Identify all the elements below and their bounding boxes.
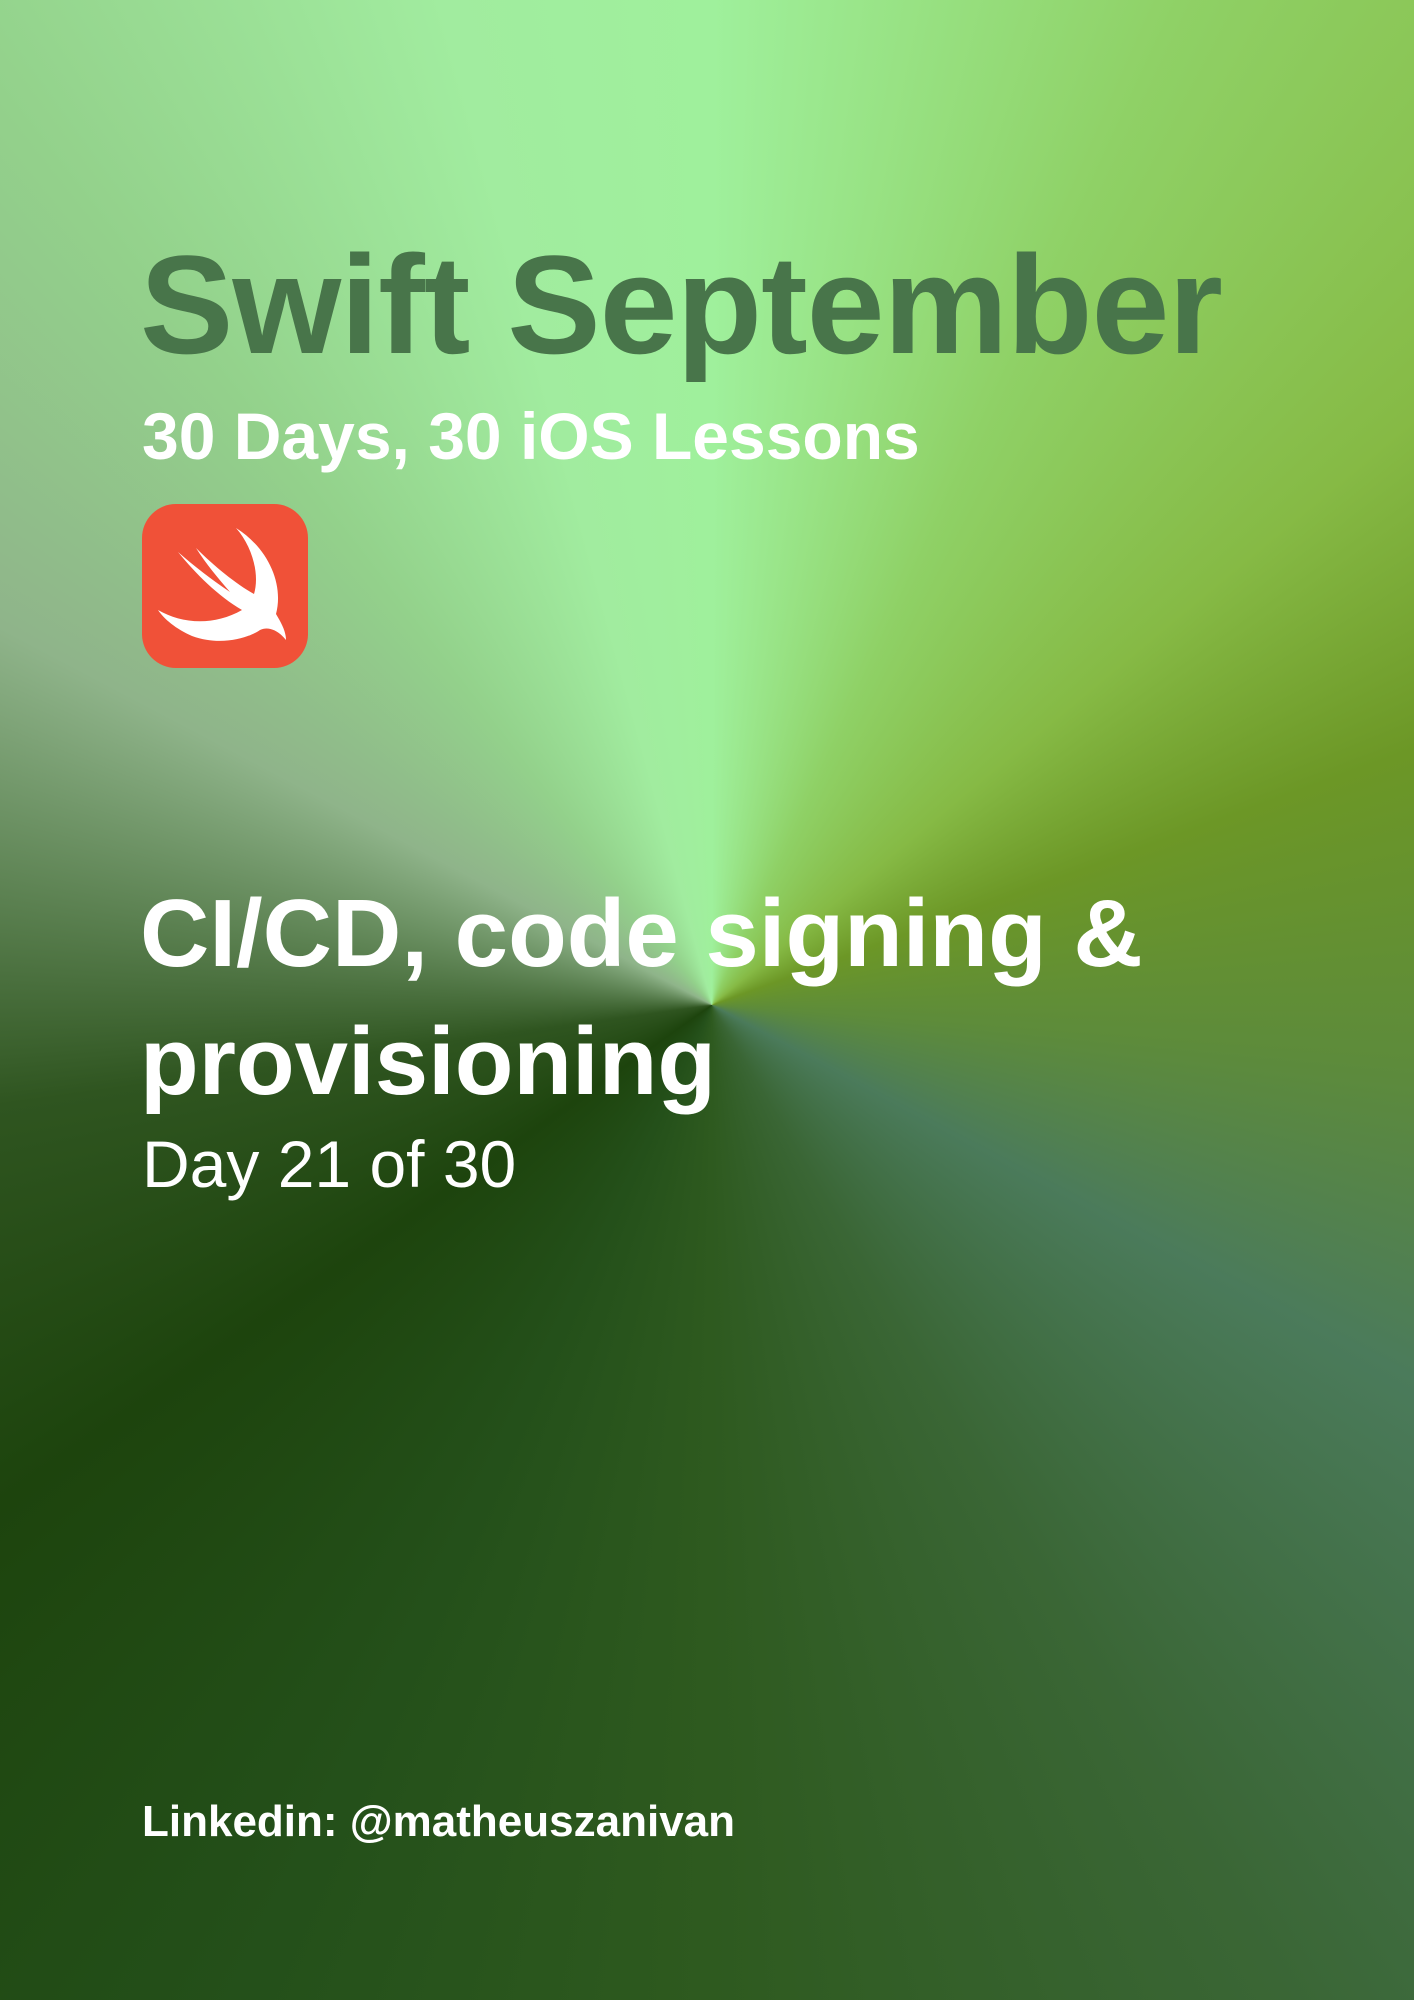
lesson-topic: CI/CD, code signing & provisioning: [140, 880, 1143, 1115]
swift-logo: [142, 504, 308, 668]
poster-subtitle: 30 Days, 30 iOS Lessons: [142, 399, 920, 473]
linkedin-handle: Linkedin: @matheuszanivan: [142, 1797, 736, 1846]
poster: Swift September 30 Days, 30 iOS Lessons …: [0, 0, 1414, 2000]
poster-title: Swift September: [140, 226, 1223, 383]
day-counter: Day 21 of 30: [142, 1127, 517, 1201]
swift-bird-icon: [158, 528, 286, 641]
